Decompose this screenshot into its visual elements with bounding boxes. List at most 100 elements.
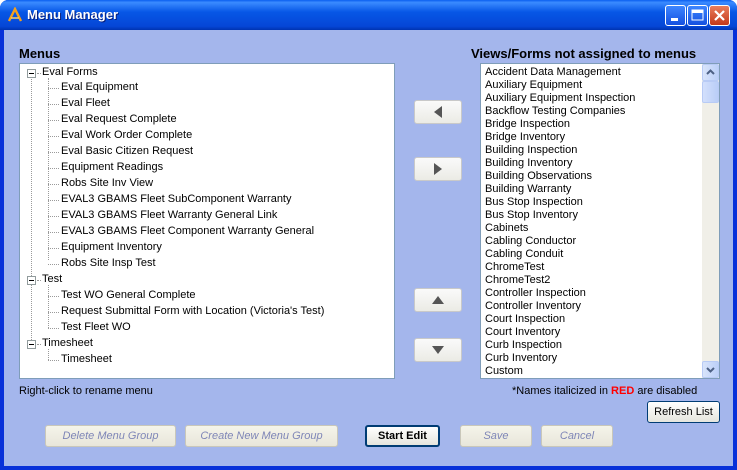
collapse-toggle-timesheet[interactable] — [27, 340, 36, 349]
minimize-button[interactable] — [665, 5, 686, 26]
tree-connector — [48, 248, 59, 249]
start-edit-button[interactable]: Start Edit — [365, 425, 440, 447]
list-item[interactable]: Bus Stop Inspection — [485, 196, 583, 208]
disabled-note-suffix: are disabled — [634, 385, 698, 397]
menu-item[interactable]: Eval Basic Citizen Request — [61, 145, 193, 157]
list-item[interactable]: Cabinets — [485, 222, 528, 234]
create-new-menu-group-button[interactable]: Create New Menu Group — [185, 425, 338, 447]
scroll-up-button[interactable] — [702, 64, 719, 81]
tree-connector — [48, 264, 59, 265]
menu-manager-app-icon — [7, 7, 23, 22]
save-button[interactable]: Save — [460, 425, 532, 447]
tree-connector — [48, 88, 59, 89]
list-item[interactable]: Bridge Inspection — [485, 118, 570, 130]
list-item[interactable]: Cabling Conduit — [485, 248, 563, 260]
menu-group-test[interactable]: Test — [42, 273, 62, 285]
window-border-right — [733, 30, 737, 470]
refresh-list-button[interactable]: Refresh List — [647, 401, 720, 423]
list-item[interactable]: Backflow Testing Companies — [485, 105, 625, 117]
move-down-arrow-icon — [432, 346, 444, 354]
move-left-arrow-icon — [434, 106, 442, 118]
menu-item[interactable]: Robs Site Inv View — [61, 177, 153, 189]
close-button[interactable] — [709, 5, 730, 26]
menus-tree[interactable]: Eval Forms Eval Equipment Eval Fleet Eva… — [19, 63, 395, 379]
menu-item[interactable]: Robs Site Insp Test — [61, 257, 156, 269]
list-item[interactable]: ChromeTest — [485, 261, 544, 273]
tree-branch-line — [48, 349, 49, 360]
menu-item[interactable]: Test Fleet WO — [61, 321, 131, 333]
collapse-toggle-eval-forms[interactable] — [27, 69, 36, 78]
menu-item[interactable]: Test WO General Complete — [61, 289, 196, 301]
tree-connector — [48, 232, 59, 233]
tree-connector — [37, 280, 41, 281]
disabled-note-prefix: *Names italicized in — [512, 385, 612, 397]
list-item[interactable]: Bridge Inventory — [485, 131, 565, 143]
rename-hint: Right-click to rename menu — [19, 385, 153, 397]
tree-connector — [48, 184, 59, 185]
list-item[interactable]: Custom — [485, 365, 523, 377]
menu-item[interactable]: Eval Work Order Complete — [61, 129, 192, 141]
list-item[interactable]: Curb Inventory — [485, 352, 557, 364]
tree-connector — [37, 73, 41, 74]
list-item[interactable]: Auxiliary Equipment Inspection — [485, 92, 635, 104]
tree-connector — [48, 152, 59, 153]
tree-connector — [48, 296, 59, 297]
chevron-up-icon — [706, 69, 715, 75]
chevron-down-icon — [706, 367, 715, 373]
delete-menu-group-button[interactable]: Delete Menu Group — [45, 425, 176, 447]
maximize-icon — [691, 9, 704, 21]
menu-item[interactable]: Equipment Inventory — [61, 241, 162, 253]
collapse-toggle-test[interactable] — [27, 276, 36, 285]
list-item[interactable]: Accident Data Management — [485, 66, 621, 78]
tree-connector — [48, 136, 59, 137]
menu-group-timesheet[interactable]: Timesheet — [42, 337, 93, 349]
list-item[interactable]: Controller Inspection — [485, 287, 586, 299]
menu-item[interactable]: Eval Request Complete — [61, 113, 177, 125]
menu-item[interactable]: Request Submittal Form with Location (Vi… — [61, 305, 324, 317]
menu-item[interactable]: Timesheet — [61, 353, 112, 365]
list-scrollbar[interactable] — [702, 64, 719, 378]
menu-item[interactable]: EVAL3 GBAMS Fleet Warranty General Link — [61, 209, 277, 221]
window-title: Menu Manager — [27, 7, 119, 22]
menu-item[interactable]: EVAL3 GBAMS Fleet Component Warranty Gen… — [61, 225, 314, 237]
list-item[interactable]: Building Warranty — [485, 183, 571, 195]
tree-branch-line — [48, 285, 49, 328]
tree-connector — [48, 360, 59, 361]
move-up-button[interactable] — [414, 288, 462, 312]
move-left-button[interactable] — [414, 100, 462, 124]
tree-connector — [48, 312, 59, 313]
maximize-button[interactable] — [687, 5, 708, 26]
menu-item[interactable]: Eval Fleet — [61, 97, 110, 109]
menu-item[interactable]: EVAL3 GBAMS Fleet SubComponent Warranty — [61, 193, 292, 205]
list-item[interactable]: Building Inventory — [485, 157, 572, 169]
unassigned-views-label: Views/Forms not assigned to menus — [471, 46, 697, 61]
scroll-down-button[interactable] — [702, 361, 719, 378]
menu-item[interactable]: Equipment Readings — [61, 161, 163, 173]
menu-item[interactable]: Eval Equipment — [61, 81, 138, 93]
move-down-button[interactable] — [414, 338, 462, 362]
unassigned-views-list[interactable]: Accident Data Management Auxiliary Equip… — [480, 63, 720, 379]
cancel-button[interactable]: Cancel — [541, 425, 613, 447]
list-item[interactable]: Auxiliary Equipment — [485, 79, 582, 91]
menu-manager-window: Menu Manager Menus Views/Forms not assig… — [0, 0, 737, 470]
menu-group-eval-forms[interactable]: Eval Forms — [42, 66, 98, 78]
tree-connector — [48, 216, 59, 217]
tree-connector — [48, 104, 59, 105]
list-item[interactable]: Building Inspection — [485, 144, 577, 156]
list-item[interactable]: Cabling Conductor — [485, 235, 576, 247]
move-right-button[interactable] — [414, 157, 462, 181]
tree-root-line — [31, 76, 32, 340]
move-up-arrow-icon — [432, 296, 444, 304]
list-item[interactable]: ChromeTest2 — [485, 274, 550, 286]
list-item[interactable]: Court Inventory — [485, 326, 560, 338]
tree-connector — [37, 344, 41, 345]
list-item[interactable]: Bus Stop Inventory — [485, 209, 578, 221]
close-icon — [714, 10, 725, 21]
scroll-thumb[interactable] — [702, 81, 719, 103]
tree-connector — [48, 168, 59, 169]
list-item[interactable]: Controller Inventory — [485, 300, 581, 312]
title-bar[interactable]: Menu Manager — [0, 0, 737, 30]
list-item[interactable]: Building Observations — [485, 170, 592, 182]
list-item[interactable]: Curb Inspection — [485, 339, 562, 351]
list-item[interactable]: Court Inspection — [485, 313, 565, 325]
